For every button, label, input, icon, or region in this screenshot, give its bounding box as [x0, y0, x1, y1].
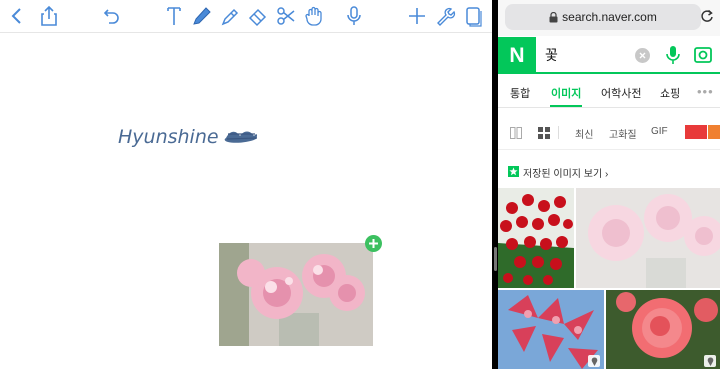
lock-icon	[549, 11, 558, 22]
browser-window: search.naver.com N 꽃 통합 이미지 어학사전 쇼핑 •••	[498, 0, 720, 369]
tab-more[interactable]: •••	[697, 84, 714, 99]
active-tab-indicator	[550, 105, 582, 107]
smart-lens-icon[interactable]	[693, 45, 713, 70]
naver-search-header: N 꽃	[498, 37, 720, 74]
wrench-icon[interactable]	[433, 4, 457, 28]
grid-view-icon[interactable]	[538, 126, 550, 144]
back-icon[interactable]	[5, 4, 29, 28]
color-filter-red[interactable]	[685, 125, 707, 139]
split-view-handle[interactable]	[494, 247, 497, 271]
filter-gif[interactable]: GIF	[651, 126, 668, 137]
clear-icon[interactable]	[635, 48, 650, 63]
tab-dictionary[interactable]: 어학사전	[601, 85, 641, 101]
naver-logo[interactable]: N	[498, 37, 536, 74]
single-view-icon[interactable]	[510, 126, 522, 144]
filter-latest[interactable]: 최신	[575, 126, 593, 141]
scribble-mark	[224, 131, 258, 143]
scissors-tool-icon[interactable]	[274, 4, 298, 28]
notes-app: Hyunshine	[0, 0, 492, 369]
voice-search-icon[interactable]	[665, 45, 681, 70]
tab-shopping[interactable]: 쇼핑	[660, 85, 680, 101]
result-image-pink-carnation[interactable]	[576, 188, 720, 288]
saved-images-label: 저장된 이미지 보기 ›	[523, 169, 609, 180]
url-text: search.naver.com	[562, 10, 657, 24]
result-image-pink-rose[interactable]	[606, 290, 720, 369]
filter-separator	[558, 126, 559, 139]
microphone-icon[interactable]	[342, 4, 366, 28]
handwriting-note[interactable]: Hyunshine	[118, 122, 263, 152]
chevron-right-icon: ›	[604, 169, 609, 180]
result-image-pink-lily[interactable]	[498, 290, 604, 369]
search-input[interactable]: 꽃	[545, 45, 558, 65]
color-filter-orange[interactable]	[708, 125, 720, 139]
star-icon	[508, 166, 519, 177]
handwriting-text: Hyunshine	[118, 126, 219, 148]
location-pin-icon	[588, 355, 600, 367]
location-pin-icon	[704, 355, 716, 367]
pasted-carnation-image[interactable]	[219, 243, 373, 346]
text-tool-icon[interactable]	[162, 4, 186, 28]
highlighter-tool-icon[interactable]	[218, 4, 242, 28]
notes-toolbar	[0, 0, 492, 33]
result-image-red-roses[interactable]	[498, 188, 574, 288]
safari-address-bar: search.naver.com	[498, 0, 720, 36]
hand-tool-icon[interactable]	[302, 4, 326, 28]
image-filter-bar: 최신 고화질 GIF	[498, 114, 720, 150]
tab-integrated[interactable]: 통합	[510, 85, 530, 101]
url-field[interactable]: search.naver.com	[505, 4, 701, 30]
reload-icon[interactable]	[698, 6, 716, 26]
tab-image[interactable]: 이미지	[551, 85, 581, 101]
pen-tool-icon[interactable]	[190, 4, 214, 28]
undo-icon[interactable]	[100, 4, 124, 28]
naver-tab-bar: 통합 이미지 어학사전 쇼핑 •••	[498, 76, 720, 108]
plus-icon[interactable]	[405, 4, 429, 28]
page-icon[interactable]	[461, 4, 485, 28]
share-icon[interactable]	[37, 4, 61, 28]
add-plus-badge[interactable]	[365, 235, 382, 252]
saved-images-link[interactable]: 저장된 이미지 보기 ›	[498, 158, 720, 186]
eraser-tool-icon[interactable]	[246, 4, 270, 28]
filter-high-res[interactable]: 고화질	[609, 126, 637, 141]
